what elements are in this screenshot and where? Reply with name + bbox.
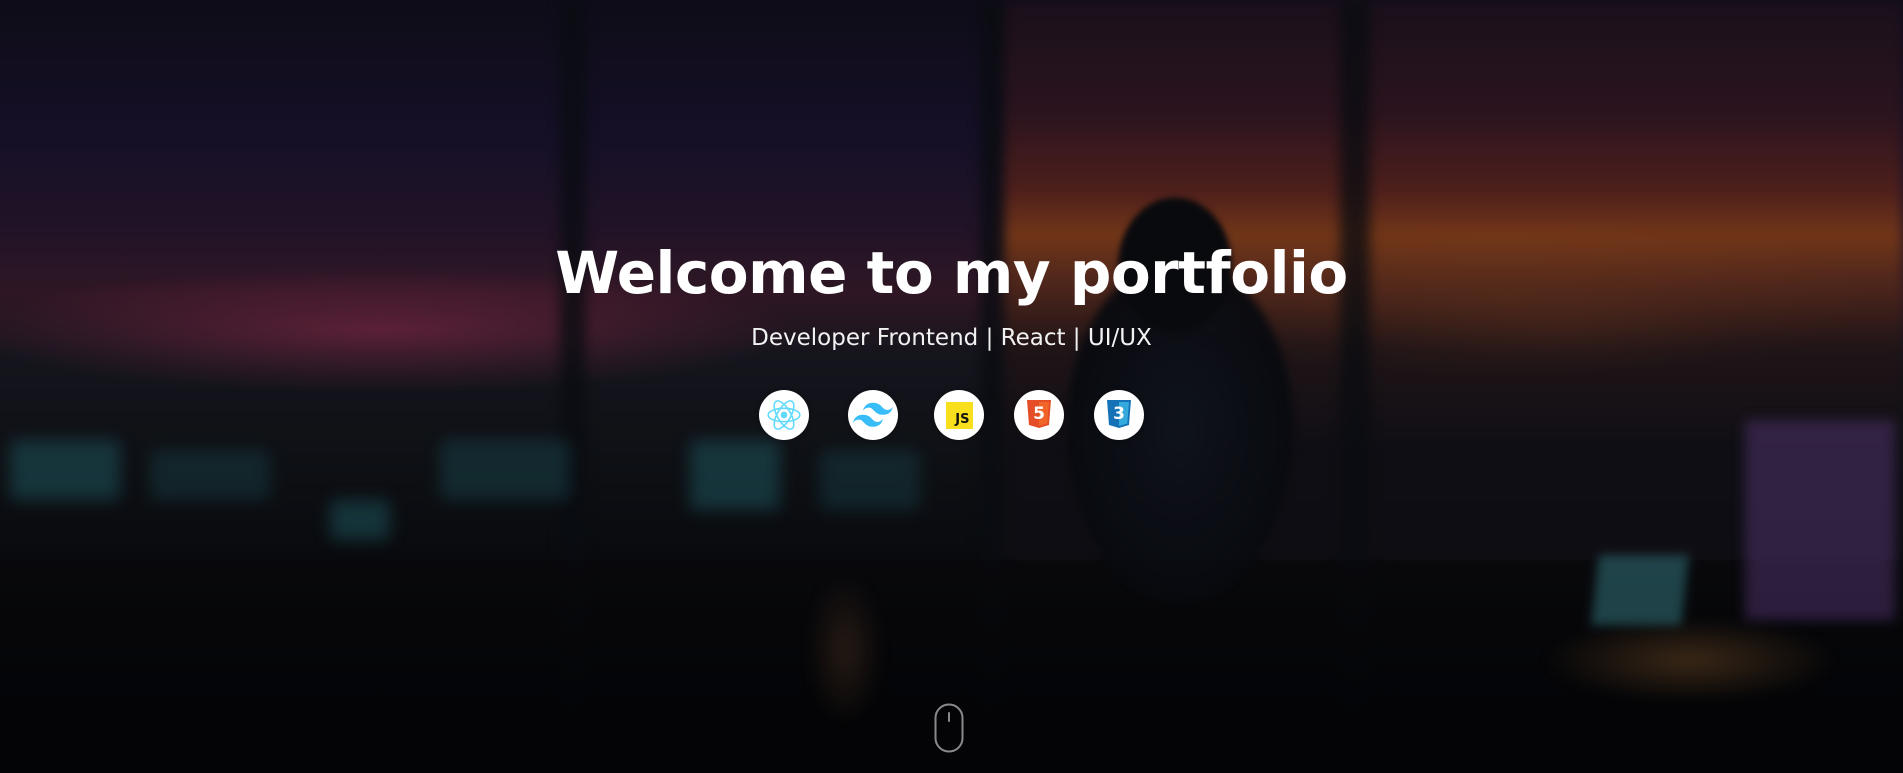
scroll-down-indicator[interactable]	[934, 703, 964, 753]
tech-javascript[interactable]: JS	[934, 390, 984, 440]
javascript-icon: JS	[945, 401, 973, 429]
css3-icon: 3	[1106, 400, 1132, 430]
hero-content: Welcome to my portfolio Developer Fronte…	[0, 0, 1903, 773]
tech-stack-icons: JS 5 3	[0, 390, 1903, 442]
html5-icon-label: 5	[1033, 404, 1045, 424]
tech-react[interactable]	[759, 390, 809, 440]
mouse-icon	[934, 703, 964, 757]
tech-html5[interactable]: 5	[1014, 390, 1064, 440]
react-icon	[765, 396, 803, 434]
css3-icon-label: 3	[1113, 404, 1125, 424]
hero-section: Welcome to my portfolio Developer Fronte…	[0, 0, 1903, 773]
tailwind-icon	[853, 402, 893, 428]
html5-icon: 5	[1026, 400, 1052, 430]
tech-css3[interactable]: 3	[1094, 390, 1144, 440]
hero-subtitle: Developer Frontend | React | UI/UX	[751, 325, 1152, 351]
tech-tailwind[interactable]	[848, 390, 898, 440]
hero-title: Welcome to my portfolio	[555, 239, 1348, 307]
